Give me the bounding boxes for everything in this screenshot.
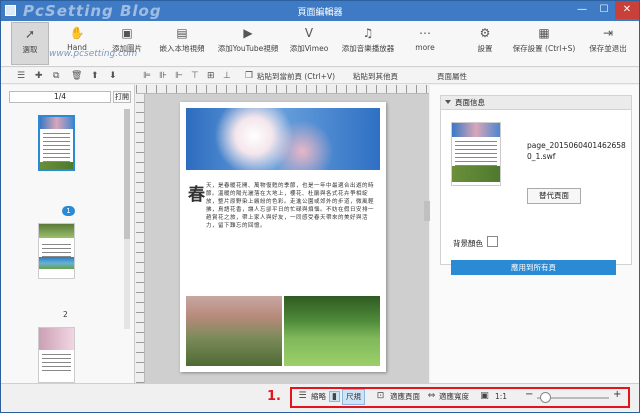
select-tool-button[interactable]: ➚ 選取: [11, 22, 49, 65]
page-number-badge-1: 1: [62, 206, 75, 216]
page-info-title: 頁面信息: [455, 98, 485, 107]
more-button[interactable]: ⋯ more: [407, 22, 443, 65]
window-title: 頁面編輯器: [297, 8, 343, 18]
hand-icon: ✋: [69, 26, 85, 40]
page-indicator-field[interactable]: 1/4: [9, 91, 111, 103]
paste-to-current-button[interactable]: 粘貼到當前頁 (Ctrl+V): [257, 71, 335, 82]
list-icon[interactable]: ☰: [17, 70, 25, 82]
maximize-button[interactable]: ☐: [593, 1, 615, 19]
park-path-photo[interactable]: [186, 296, 282, 366]
film-icon: ▤: [176, 26, 188, 40]
actual-size-button[interactable]: 1:1: [495, 390, 507, 404]
page-properties-panel: 頁面信息 page_20150604014626580_1.swf 替代頁面 背…: [430, 85, 639, 383]
page-thumbnail-3[interactable]: [38, 327, 75, 383]
move-up-icon[interactable]: ⬆: [91, 70, 99, 82]
watermark-url: www.pcsetting.com: [49, 49, 138, 59]
music-icon: ♫: [362, 26, 374, 40]
thumbnail-scrollbar[interactable]: [124, 109, 130, 329]
zoom-in-button[interactable]: +: [613, 388, 621, 402]
paste-to-other-button[interactable]: 粘貼到其他頁: [353, 71, 398, 82]
pointer-icon: ➚: [24, 27, 36, 41]
zoom-out-button[interactable]: −: [525, 388, 533, 402]
cherry-blossom-photo[interactable]: [186, 108, 380, 170]
save-exit-label: 保存並退出: [589, 44, 627, 53]
add-vimeo-button[interactable]: V 添加Vimeo: [287, 22, 331, 65]
add-music-player-button[interactable]: ♫ 添加音樂播放器: [337, 22, 399, 65]
horizontal-ruler: [136, 85, 429, 94]
add-music-player-label: 添加音樂播放器: [341, 44, 395, 53]
page-info-header[interactable]: 頁面信息: [441, 96, 631, 110]
apply-to-all-pages-button[interactable]: 應用到所有頁: [451, 260, 616, 275]
ruler-toggle[interactable]: 尺規: [342, 389, 365, 405]
select-label: 選取: [22, 45, 38, 54]
page-properties-tab[interactable]: 頁面屬性: [437, 71, 467, 82]
thumbnail-toggle[interactable]: 縮略: [311, 390, 326, 404]
align-right-icon[interactable]: ⊩: [175, 70, 183, 82]
title-bar: PcSetting Blog 頁面編輯器 — ☐ ✕: [1, 1, 639, 21]
fit-page-button[interactable]: 適應頁面: [387, 390, 423, 404]
annotation-number: 1.: [267, 389, 281, 404]
collapse-arrow-icon: [445, 100, 451, 104]
ruler-icon[interactable]: ▮: [329, 391, 340, 402]
settings-label: 設置: [477, 44, 493, 53]
page-thumbnail-1[interactable]: [38, 115, 75, 171]
align-bottom-icon[interactable]: ⊥: [223, 70, 231, 82]
status-bar: 1. ☰ 縮略 ▮ 尺規 ⊡ 適應頁面 ⇔ 適應寬度 ▣ 1:1 − +: [1, 383, 639, 412]
move-down-icon[interactable]: ⬇: [109, 70, 117, 82]
background-color-swatch[interactable]: [487, 236, 498, 247]
page-canvas: 春 天，是春暖花開、萬物復甦的季節，也是一年中最適合出遊的時節。溫暖的陽光灑落在…: [136, 85, 429, 383]
ribbon-toolbar: ➚ 選取 ✋ Hand ▣ 添加圖片 ▤ 嵌入本地視頻 ▶ 添加YouTube視…: [1, 21, 639, 67]
align-middle-icon[interactable]: ⊞: [207, 70, 215, 82]
delete-page-icon[interactable]: 🗑: [71, 70, 82, 82]
page-editor-window: PcSetting Blog 頁面編輯器 — ☐ ✕ ➚ 選取 ✋ Hand ▣…: [0, 0, 640, 413]
page-number-2: 2: [63, 310, 68, 319]
add-youtube-button[interactable]: ▶ 添加YouTube視頻: [213, 22, 283, 65]
align-top-icon[interactable]: ⊤: [191, 70, 199, 82]
secondary-toolbar: ☰ ✚ ⧉ 🗑 ⬆ ⬇ ⊫ ⊪ ⊩ ⊤ ⊞ ⊥ ❐ 粘貼到當前頁 (Ctrl+V…: [1, 68, 639, 84]
current-page-preview: [451, 122, 501, 186]
background-color-label: 背景顏色: [453, 239, 483, 248]
dropcap-character: 春: [188, 185, 205, 205]
close-button[interactable]: ✕: [615, 1, 639, 19]
align-center-icon[interactable]: ⊪: [159, 70, 167, 82]
copy-icon[interactable]: ❐: [245, 70, 253, 82]
youtube-icon: ▶: [243, 26, 253, 40]
copy-page-icon[interactable]: ⧉: [53, 70, 59, 82]
save-settings-label: 保存設置 (Ctrl+S): [512, 44, 576, 53]
replace-page-button[interactable]: 替代頁面: [527, 188, 581, 204]
save-exit-button[interactable]: ⇥ 保存並退出: [581, 22, 635, 65]
add-page-icon[interactable]: ✚: [35, 70, 43, 82]
page-thumbnail-2[interactable]: [38, 223, 75, 279]
actual-size-icon[interactable]: ▣: [479, 391, 490, 402]
fit-page-icon[interactable]: ⊡: [375, 391, 386, 402]
page-info-section: 頁面信息 page_20150604014626580_1.swf 替代頁面 背…: [440, 95, 632, 275]
fit-width-button[interactable]: 適應寬度: [439, 390, 469, 404]
more-label: more: [415, 43, 435, 52]
green-lawn-photo[interactable]: [284, 296, 380, 366]
fit-width-icon[interactable]: ⇔: [426, 391, 437, 402]
save-settings-button[interactable]: ▦ 保存設置 (Ctrl+S): [511, 22, 577, 65]
open-button[interactable]: 打開: [113, 91, 131, 103]
embed-local-video-label: 嵌入本地視頻: [159, 44, 205, 53]
align-left-icon[interactable]: ⊫: [143, 70, 151, 82]
page-file-name: page_20150604014626580_1.swf: [527, 141, 626, 161]
settings-button[interactable]: ⚙ 設置: [467, 22, 503, 65]
editable-page[interactable]: 春 天，是春暖花開、萬物復甦的季節，也是一年中最適合出遊的時節。溫暖的陽光灑落在…: [180, 102, 386, 372]
page-body-text[interactable]: 天，是春暖花開、萬物復甦的季節，也是一年中最適合出遊的時節。溫暖的陽光灑落在大地…: [206, 182, 378, 238]
add-vimeo-label: 添加Vimeo: [289, 44, 329, 53]
exit-icon: ⇥: [602, 26, 614, 40]
save-icon: ▦: [538, 26, 550, 40]
thumbnail-icon[interactable]: ☰: [297, 391, 308, 402]
page-thumbnail-panel: 1/4 打開 1 2: [1, 85, 135, 383]
vimeo-icon: V: [304, 26, 314, 40]
zoom-slider-knob[interactable]: [540, 392, 552, 403]
minimize-button[interactable]: —: [571, 1, 593, 19]
image-icon: ▣: [121, 26, 133, 40]
embed-local-video-button[interactable]: ▤ 嵌入本地視頻: [155, 22, 209, 65]
vertical-ruler: [136, 94, 145, 383]
more-icon: ⋯: [419, 26, 431, 40]
gear-icon: ⚙: [479, 26, 491, 40]
add-youtube-label: 添加YouTube視頻: [217, 44, 279, 53]
